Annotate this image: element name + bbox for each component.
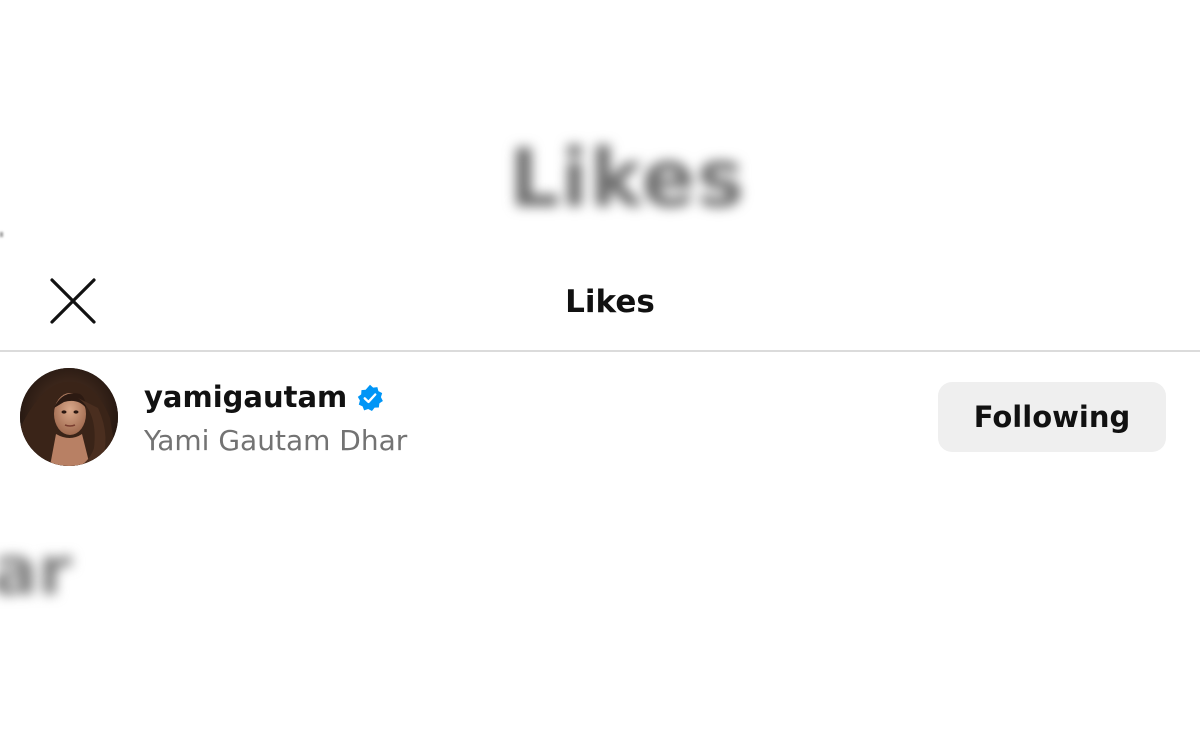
blurred-background-fragment: ar: [0, 532, 72, 611]
user-names: yamigautam Yami Gautam Dhar: [144, 376, 407, 457]
avatar[interactable]: [20, 368, 118, 466]
likes-modal-screen: Likes ar Likes yamigautam Yami Gautam Dh…: [0, 0, 1200, 738]
following-button[interactable]: Following: [938, 382, 1166, 452]
avatar-photo: [20, 368, 118, 466]
username-line: yamigautam: [144, 376, 407, 418]
verified-badge-icon: [358, 384, 384, 412]
list-item[interactable]: yamigautam Yami Gautam Dhar Following: [0, 352, 1200, 482]
blurred-background-title: Likes: [508, 132, 746, 225]
page-title: Likes: [565, 284, 655, 320]
username[interactable]: yamigautam: [144, 380, 347, 414]
likes-header: Likes: [0, 258, 1200, 352]
full-name: Yami Gautam Dhar: [144, 424, 408, 457]
blurred-background-mark: [0, 232, 3, 237]
